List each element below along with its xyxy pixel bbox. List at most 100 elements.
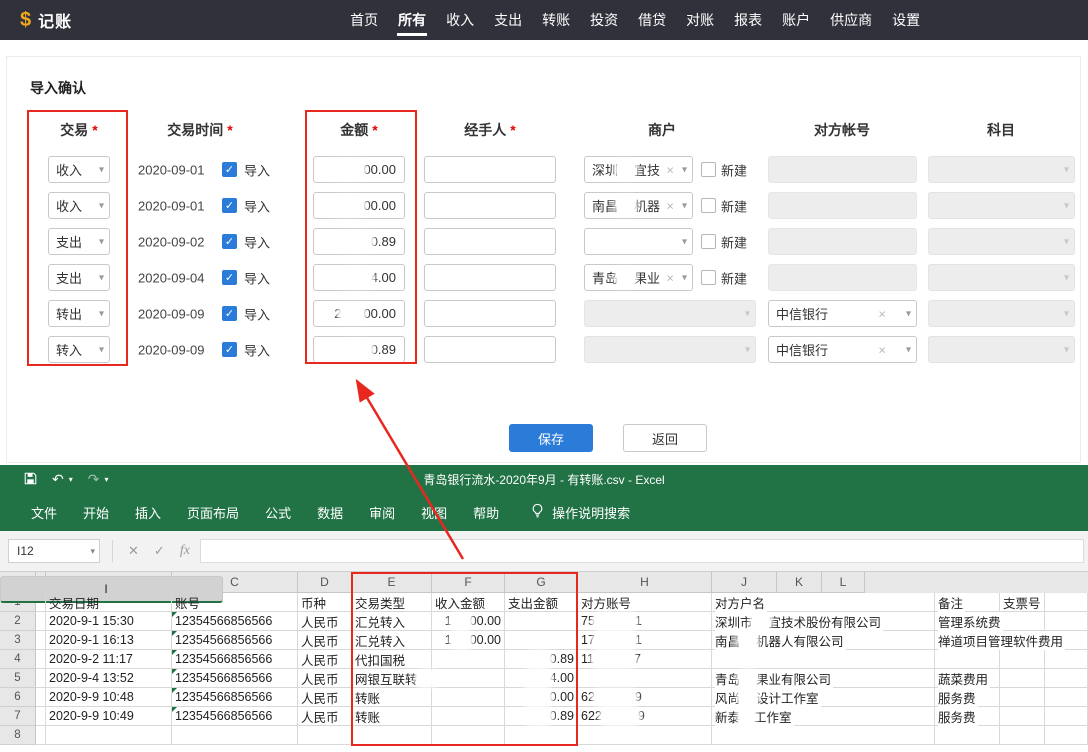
nav-item-reports[interactable]: 报表 — [724, 0, 772, 40]
excel-cell[interactable]: 12354566856566 — [172, 612, 298, 631]
excel-cell[interactable]: 0.89 — [505, 707, 578, 726]
counter-account-select[interactable]: 中信银行×▾ — [768, 300, 917, 327]
excel-cell[interactable]: 2020-9-1 15:30 — [46, 612, 172, 631]
excel-cell[interactable] — [1045, 726, 1088, 745]
amount-input[interactable]: 4.00 — [313, 264, 405, 291]
excel-cell[interactable] — [1045, 612, 1088, 631]
excel-cell[interactable] — [432, 707, 505, 726]
amount-input[interactable]: 0.89 — [313, 336, 405, 363]
back-button[interactable]: 返回 — [623, 424, 707, 452]
excel-cell[interactable]: 转账 — [352, 688, 432, 707]
excel-row-header-6[interactable]: 6 — [0, 688, 36, 707]
clear-icon[interactable]: × — [666, 270, 674, 285]
insert-function-icon[interactable]: fx — [180, 543, 190, 559]
ribbon-tab-6[interactable]: 审阅 — [356, 493, 408, 531]
excel-cell[interactable] — [36, 688, 46, 707]
ribbon-tab-7[interactable]: 视图 — [408, 493, 460, 531]
amount-input[interactable]: 00.00 — [313, 156, 405, 183]
import-checkbox[interactable]: ✓ — [222, 270, 237, 285]
excel-cell[interactable]: 人民币 — [298, 688, 352, 707]
excel-cell[interactable]: 服务费 — [935, 688, 1000, 707]
excel-cell[interactable] — [1000, 726, 1045, 745]
excel-row-header-4[interactable]: 4 — [0, 650, 36, 669]
excel-cell[interactable] — [432, 650, 505, 669]
excel-cell[interactable]: 117 — [578, 650, 712, 669]
excel-column-header-K[interactable]: K — [777, 572, 822, 593]
excel-cell[interactable] — [36, 669, 46, 688]
excel-cell[interactable] — [36, 631, 46, 650]
excel-cell[interactable]: 2020-9-9 10:49 — [46, 707, 172, 726]
ribbon-tab-2[interactable]: 插入 — [122, 493, 174, 531]
ribbon-tab-3[interactable]: 页面布局 — [174, 493, 252, 531]
tell-me-search[interactable]: 操作说明搜索 — [530, 503, 630, 522]
chevron-down-icon[interactable]: ▾ — [90, 546, 95, 557]
excel-cell[interactable]: 备注 — [935, 593, 1000, 612]
excel-row-header-2[interactable]: 2 — [0, 612, 36, 631]
excel-cell[interactable] — [1045, 593, 1088, 612]
transaction-type-select[interactable]: 支出▾ — [48, 228, 110, 255]
excel-cell[interactable] — [712, 726, 935, 745]
clear-icon[interactable]: × — [666, 162, 674, 177]
save-button[interactable]: 保存 — [509, 424, 593, 452]
handler-input[interactable] — [424, 192, 556, 219]
import-checkbox[interactable]: ✓ — [222, 342, 237, 357]
excel-cell[interactable] — [578, 669, 712, 688]
excel-cell[interactable] — [1045, 669, 1088, 688]
handler-input[interactable] — [424, 336, 556, 363]
excel-cell[interactable]: 代扣国税 — [352, 650, 432, 669]
undo-icon[interactable]: ↶ — [52, 472, 64, 486]
excel-cell[interactable]: 禅道项目管理软件费用 — [935, 631, 1000, 650]
excel-cell[interactable] — [505, 631, 578, 650]
excel-cell[interactable]: 币种 — [298, 593, 352, 612]
ribbon-tab-8[interactable]: 帮助 — [460, 493, 512, 531]
clear-icon[interactable]: × — [666, 198, 674, 213]
excel-cell[interactable]: 2020-9-4 13:52 — [46, 669, 172, 688]
excel-cell[interactable]: 深圳市宜技术股份有限公司 — [712, 612, 935, 631]
excel-cell[interactable] — [36, 612, 46, 631]
merchant-select[interactable]: ▾ — [584, 228, 693, 255]
excel-cell[interactable] — [1045, 688, 1088, 707]
excel-cell[interactable]: 0.89 — [505, 650, 578, 669]
nav-item-settings[interactable]: 设置 — [882, 0, 930, 40]
merchant-select[interactable]: 南昌机器×▾ — [584, 192, 693, 219]
name-box[interactable]: I12 ▾ — [8, 539, 100, 563]
excel-cell[interactable]: 南昌机器人有限公司 — [712, 631, 935, 650]
excel-cell[interactable] — [36, 726, 46, 745]
transaction-type-select[interactable]: 转入▾ — [48, 336, 110, 363]
transaction-type-select[interactable]: 收入▾ — [48, 156, 110, 183]
excel-row-header-8[interactable]: 8 — [0, 726, 36, 745]
formula-enter-icon[interactable]: ✓ — [154, 543, 165, 559]
excel-cell[interactable]: 人民币 — [298, 707, 352, 726]
excel-cell[interactable] — [172, 726, 298, 745]
excel-row-header-7[interactable]: 7 — [0, 707, 36, 726]
excel-cell[interactable] — [1000, 707, 1045, 726]
handler-input[interactable] — [424, 300, 556, 327]
excel-cell[interactable]: 收入金额 — [432, 593, 505, 612]
amount-input[interactable]: 00.00 — [313, 192, 405, 219]
nav-item-income[interactable]: 收入 — [436, 0, 484, 40]
excel-cell[interactable]: 汇兑转入 — [352, 612, 432, 631]
excel-column-header-G[interactable]: G — [505, 572, 578, 593]
excel-cell[interactable]: 12354566856566 — [172, 688, 298, 707]
merchant-select[interactable]: 深圳宜技×▾ — [584, 156, 693, 183]
handler-input[interactable] — [424, 228, 556, 255]
merchant-select[interactable]: 青岛果业×▾ — [584, 264, 693, 291]
excel-cell[interactable]: 100.00 — [432, 612, 505, 631]
transaction-type-select[interactable]: 支出▾ — [48, 264, 110, 291]
excel-cell[interactable]: 对方账号 — [578, 593, 712, 612]
excel-cell[interactable] — [432, 669, 505, 688]
nav-item-transfer[interactable]: 转账 — [532, 0, 580, 40]
excel-cell[interactable] — [578, 726, 712, 745]
nav-item-accounts[interactable]: 账户 — [772, 0, 820, 40]
excel-cell[interactable] — [712, 650, 935, 669]
excel-cell[interactable] — [1045, 707, 1088, 726]
excel-cell[interactable]: 人民币 — [298, 612, 352, 631]
excel-cell[interactable]: 2020-9-2 11:17 — [46, 650, 172, 669]
handler-input[interactable] — [424, 264, 556, 291]
excel-cell[interactable]: 青岛果业有限公司 — [712, 669, 935, 688]
excel-cell[interactable] — [46, 726, 172, 745]
app-brand[interactable]: $ 记账 — [20, 8, 72, 32]
excel-cell[interactable] — [1000, 688, 1045, 707]
excel-cell[interactable] — [1045, 650, 1088, 669]
excel-cell[interactable] — [1000, 650, 1045, 669]
